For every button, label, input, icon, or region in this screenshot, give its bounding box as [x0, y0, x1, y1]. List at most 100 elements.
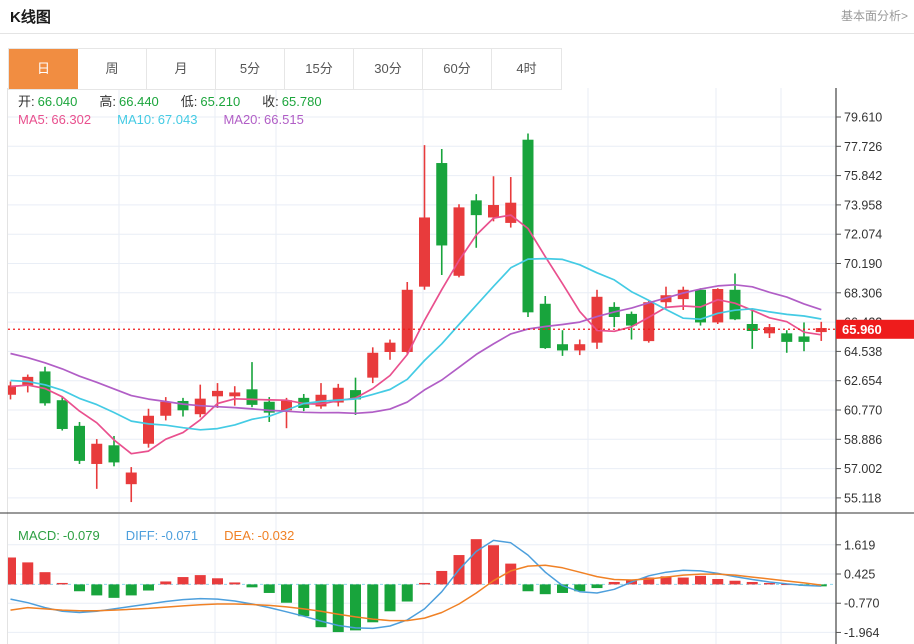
candle-body [815, 328, 827, 333]
macd-bar [125, 584, 137, 596]
macd-axis-label: -1.964 [844, 626, 879, 640]
candle-body [505, 202, 517, 223]
price-axis-label: 77.726 [844, 140, 882, 154]
macd-bar [246, 584, 258, 588]
current-price-label-text: 65.960 [842, 322, 882, 337]
ma-value: 66.302 [51, 112, 92, 127]
candle-body [108, 445, 120, 463]
macd-bar [384, 584, 396, 612]
tab-period-6[interactable]: 30分 [354, 49, 423, 89]
price-axis-label: 62.654 [844, 374, 882, 388]
period-tabbar: 日周月 5分 15分 30分 60分 4时 [8, 48, 562, 90]
ohlc-item: 高: 66.440 [99, 91, 158, 110]
ma-value: 67.043 [157, 112, 198, 127]
ma-value: 66.515 [264, 112, 304, 127]
macd-label: MACD: [18, 528, 60, 543]
candle-body [246, 389, 258, 405]
macd-bar [591, 584, 603, 589]
macd-bar [39, 572, 51, 585]
ma-readout: MA5: 66.302 MA10: 67.043 MA20: 66.515 [18, 112, 304, 127]
macd-bar [56, 582, 68, 585]
macd-bar [522, 584, 534, 592]
candle-body [160, 401, 172, 416]
tab-period-8[interactable]: 4时 [492, 49, 561, 89]
candle-body [470, 200, 482, 216]
macd-bar [746, 581, 758, 585]
macd-label: DIFF: [125, 528, 159, 543]
macd-bar [695, 575, 706, 585]
macd-value: -0.032 [257, 528, 295, 543]
candle-body [384, 342, 396, 352]
candle-body [125, 472, 137, 485]
macd-bar [677, 577, 689, 585]
macd-bar [212, 578, 223, 585]
macd-bar [143, 584, 154, 591]
macd-readout: MACD: -0.079 DIFF: -0.071 DEA: -0.032 [18, 528, 294, 543]
macd-bar [712, 579, 724, 585]
candle-body [401, 289, 413, 352]
tab-period-1[interactable]: 日 [9, 49, 78, 89]
tab-period-4[interactable]: 5分 [216, 49, 285, 89]
candle-body [746, 323, 758, 331]
candle-body [143, 415, 154, 444]
candle-body [436, 163, 448, 246]
macd-bar [22, 562, 34, 585]
price-axis-label: 75.842 [844, 169, 882, 183]
gridlines [7, 88, 836, 644]
macd-bar [8, 557, 16, 585]
ohlc-label: 高: [99, 94, 117, 109]
ohlc-value: 65.210 [200, 94, 241, 109]
macd-bar [401, 584, 413, 602]
tab-period-7[interactable]: 60分 [423, 49, 492, 89]
price-axis-label: 79.610 [844, 111, 882, 125]
tab-period-5[interactable]: 15分 [285, 49, 354, 89]
price-axis-label: 64.538 [844, 345, 882, 359]
price-axis-label: 57.002 [844, 462, 882, 476]
ma10-line [10, 257, 822, 431]
ohlc-item: 收: 65.780 [262, 91, 321, 110]
macd-bar [160, 581, 172, 585]
candle-body [557, 344, 568, 351]
candle-body [56, 400, 68, 429]
macd-bar [91, 584, 103, 596]
candle-body [419, 217, 430, 287]
tab-period-3[interactable]: 月 [147, 49, 216, 89]
candle-body [712, 289, 724, 323]
ohlc-value: 66.440 [119, 94, 159, 109]
candle-body [591, 296, 603, 343]
ma-item: MA10: 67.043 [117, 112, 197, 127]
macd-bar [108, 584, 120, 598]
macd-bar [263, 584, 275, 593]
page-title: K线图 [10, 9, 51, 26]
price-axis-label: 60.770 [844, 404, 882, 418]
price-axis-label: 55.118 [844, 491, 881, 505]
ohlc-label: 收: [262, 94, 279, 109]
macd-bar [419, 582, 430, 585]
ma-label: MA10: [117, 112, 155, 127]
macd-bar [350, 584, 361, 631]
candle-body [643, 302, 655, 342]
candle-body [74, 425, 85, 461]
candle-body [781, 333, 793, 342]
fundamental-analysis-link[interactable]: 基本面分析> [841, 7, 908, 24]
macd-bar [608, 581, 620, 585]
candle-body [798, 336, 810, 342]
ohlc-label: 低: [180, 94, 198, 109]
tab-period-2[interactable]: 周 [78, 49, 147, 89]
macd-bar [470, 539, 482, 585]
macd-bar [177, 577, 189, 585]
ma-item: MA5: 66.302 [18, 112, 91, 127]
candle-body [488, 205, 499, 218]
macd-label: DEA: [224, 528, 255, 543]
candle-body [212, 390, 223, 397]
macd-bar [367, 584, 379, 623]
price-axis-label: 72.074 [844, 228, 882, 242]
ohlc-value: 66.040 [37, 94, 78, 109]
macd-item: DEA: -0.032 [224, 528, 294, 543]
candle-body [177, 400, 189, 411]
price-axis-label: 58.886 [844, 433, 882, 447]
macd-bar [74, 584, 85, 592]
ma-item: MA20: 66.515 [223, 112, 303, 127]
macd-value: -0.071 [161, 528, 199, 543]
macd-item: DIFF: -0.071 [126, 528, 198, 543]
